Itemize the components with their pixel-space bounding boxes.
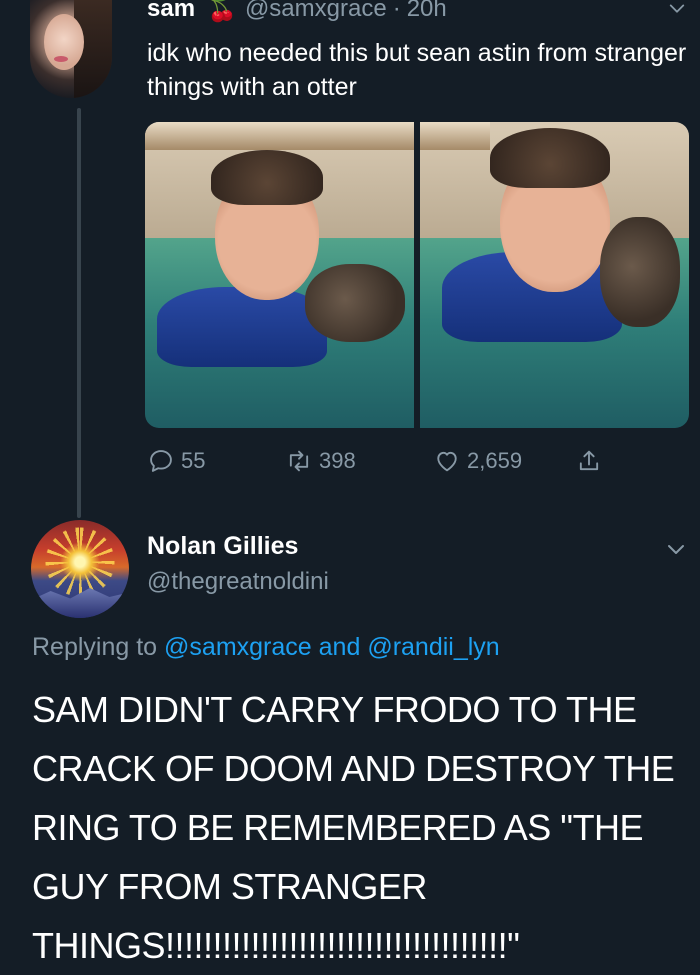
replying-prefix: Replying to — [32, 633, 158, 661]
share-button[interactable] — [575, 447, 603, 475]
tweet-header: sam 🍒 @samxgrace · 20h — [147, 0, 447, 24]
like-icon — [437, 451, 457, 472]
cherry-emoji: 🍒 — [207, 0, 237, 23]
reply-tweet: Nolan Gillies @thegreatnoldini Replying … — [0, 518, 700, 971]
avatar[interactable] — [31, 520, 129, 618]
chevron-down-icon[interactable] — [666, 540, 686, 560]
retweet-icon — [289, 450, 309, 472]
avatar-lips — [54, 56, 68, 62]
share-icon — [579, 450, 599, 471]
avatar[interactable] — [30, 0, 112, 98]
reply-count: 55 — [181, 448, 206, 473]
tweet-actions: 55 398 2,659 — [147, 446, 627, 476]
replying-to: Replying to @samxgrace and @randii_lyn — [32, 633, 500, 662]
thread-line — [77, 108, 81, 518]
photo-hair — [211, 150, 323, 205]
reply-button[interactable]: 55 — [147, 447, 205, 475]
photo-hair — [490, 128, 610, 188]
media-gallery[interactable] — [145, 122, 689, 428]
tweet-text: idk who needed this but sean astin from … — [147, 39, 687, 101]
tweet-timestamp[interactable]: 20h — [407, 0, 447, 23]
mention-link[interactable]: @samxgrace — [164, 633, 312, 661]
like-count: 2,659 — [467, 448, 523, 473]
like-button[interactable]: 2,659 — [433, 447, 522, 475]
author-handle[interactable]: @samxgrace — [245, 0, 387, 23]
author-handle[interactable]: @thegreatnoldini — [147, 568, 329, 596]
original-tweet: sam 🍒 @samxgrace · 20h idk who needed th… — [0, 0, 700, 520]
replying-conjunction: and — [318, 633, 361, 661]
separator-dot: · — [392, 0, 401, 22]
photo-2[interactable] — [420, 122, 689, 428]
reply-icon — [150, 450, 172, 472]
author-name[interactable]: Nolan Gillies — [147, 532, 298, 561]
reply-text: SAM DIDN'T CARRY FRODO TO THE CRACK OF D… — [32, 689, 675, 966]
photo-rail — [420, 122, 490, 150]
avatar-sun — [60, 542, 100, 582]
chevron-down-icon[interactable] — [668, 0, 686, 18]
author-name[interactable]: sam — [147, 0, 195, 23]
photo-1[interactable] — [145, 122, 414, 428]
retweet-count: 398 — [319, 448, 356, 473]
photo-otter — [305, 264, 405, 342]
photo-shirt — [157, 287, 327, 367]
photo-otter — [600, 217, 680, 327]
photo-rail — [145, 122, 414, 150]
retweet-button[interactable]: 398 — [285, 447, 356, 475]
mention-link[interactable]: @randii_lyn — [367, 633, 499, 661]
